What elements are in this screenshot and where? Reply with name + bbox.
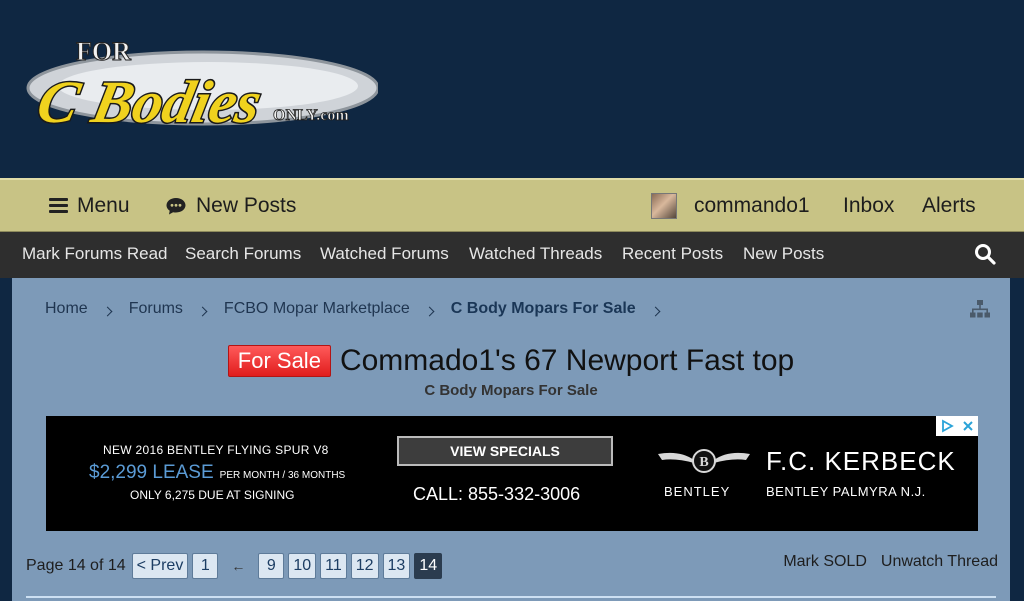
- logo-line3: ONLY.com: [273, 107, 349, 124]
- site-header: FOR C Bodies ONLY.com: [0, 0, 1024, 178]
- new-posts-button[interactable]: New Posts: [165, 180, 296, 232]
- alerts-button[interactable]: Alerts: [922, 180, 976, 232]
- hamburger-icon: [49, 198, 68, 214]
- breadcrumb: Home Forums FCBO Mopar Marketplace C Bod…: [45, 298, 677, 320]
- ad-lease-terms: PER MONTH / 36 MONTHS: [219, 470, 346, 481]
- ad-model-line: NEW 2016 BENTLEY FLYING SPUR V8: [103, 443, 329, 457]
- unwatch-thread-link[interactable]: Unwatch Thread: [881, 553, 998, 571]
- subnav-mark-forums-read[interactable]: Mark Forums Read: [22, 232, 167, 278]
- page-1-button[interactable]: 1: [192, 553, 219, 579]
- page-12-button[interactable]: 12: [350, 553, 379, 579]
- ad-choices[interactable]: [936, 416, 978, 436]
- svg-text:B: B: [699, 455, 708, 470]
- ad-dealer-location: BENTLEY PALMYRA N.J.: [766, 484, 926, 499]
- ad-brand: BENTLEY: [664, 484, 731, 499]
- breadcrumb-current-forum[interactable]: C Body Mopars For Sale: [451, 300, 636, 318]
- breadcrumb-marketplace[interactable]: FCBO Mopar Marketplace: [224, 300, 410, 318]
- thread-actions: Mark SOLD Unwatch Thread: [783, 553, 998, 571]
- page-jump-arrow-icon[interactable]: ←: [231, 558, 245, 574]
- sitemap-icon[interactable]: [970, 300, 990, 318]
- menu-button[interactable]: Menu: [49, 180, 130, 232]
- ad-info-play-icon[interactable]: [940, 419, 954, 433]
- main-navigation: Menu New Posts commando1 Inbox Alerts: [0, 178, 1024, 232]
- ad-lease-price: $2,299 LEASE: [89, 462, 214, 483]
- page-9-button[interactable]: 9: [258, 553, 285, 579]
- thread-forum-name[interactable]: C Body Mopars For Sale: [12, 382, 1010, 399]
- inbox-label: Inbox: [843, 194, 895, 217]
- sub-navigation: Mark Forums Read Search Forums Watched F…: [0, 232, 1024, 278]
- site-logo[interactable]: FOR C Bodies ONLY.com: [18, 30, 380, 140]
- inbox-button[interactable]: Inbox: [843, 180, 894, 232]
- thread-title: Commado1's 67 Newport Fast top: [339, 344, 795, 377]
- pagination: Page 14 of 14 < Prev 1 ← 9 10 11 12 13 1…: [26, 553, 443, 579]
- view-specials-button[interactable]: VIEW SPECIALS: [397, 436, 613, 466]
- speech-bubble-icon: [166, 198, 186, 215]
- search-icon[interactable]: [974, 243, 996, 265]
- breadcrumb-forums[interactable]: Forums: [129, 300, 183, 318]
- mark-sold-link[interactable]: Mark SOLD: [783, 553, 867, 571]
- page-11-button[interactable]: 11: [320, 553, 347, 579]
- chevron-right-icon: [102, 306, 113, 316]
- current-page-button[interactable]: 14: [414, 553, 443, 579]
- bentley-wings-icon: B: [658, 449, 750, 473]
- breadcrumb-home[interactable]: Home: [45, 300, 88, 318]
- logo-line2: C Bodies: [32, 70, 268, 136]
- user-account-button[interactable]: commando1: [651, 180, 810, 232]
- menu-label: Menu: [77, 194, 130, 217]
- page-13-button[interactable]: 13: [382, 553, 411, 579]
- content-panel: Home Forums FCBO Mopar Marketplace C Bod…: [12, 278, 1010, 601]
- subnav-search-forums[interactable]: Search Forums: [185, 232, 301, 278]
- username: commando1: [694, 194, 810, 217]
- new-posts-label: New Posts: [196, 194, 297, 217]
- ad-dealer-name: F.C. KERBECK: [766, 446, 956, 476]
- chevron-right-icon: [650, 306, 661, 316]
- subnav-recent-posts[interactable]: Recent Posts: [622, 232, 723, 278]
- divider: [26, 596, 996, 598]
- avatar: [651, 193, 677, 219]
- ad-phone: CALL: 855-332-3006: [413, 484, 581, 504]
- subnav-watched-forums[interactable]: Watched Forums: [320, 232, 449, 278]
- page-count-label: Page 14 of 14: [26, 557, 126, 574]
- chevron-right-icon: [424, 306, 435, 316]
- prev-page-button[interactable]: < Prev: [131, 553, 189, 579]
- subnav-watched-threads[interactable]: Watched Threads: [469, 232, 602, 278]
- ad-due-line: ONLY 6,275 DUE AT SIGNING: [130, 488, 295, 502]
- page-10-button[interactable]: 10: [288, 553, 317, 579]
- subnav-new-posts[interactable]: New Posts: [743, 232, 824, 278]
- alerts-label: Alerts: [922, 194, 976, 217]
- ad-close-icon[interactable]: [961, 419, 975, 433]
- for-sale-prefix-badge[interactable]: For Sale: [227, 345, 331, 377]
- thread-title-row: For Sale Commado1's 67 Newport Fast top: [12, 344, 1010, 378]
- ad-lease-line: $2,299 LEASE PER MONTH / 36 MONTHS: [89, 462, 345, 484]
- advertisement-banner[interactable]: NEW 2016 BENTLEY FLYING SPUR V8 $2,299 L…: [46, 416, 978, 531]
- chevron-right-icon: [197, 306, 208, 316]
- logo-graphic: FOR C Bodies ONLY.com: [26, 37, 380, 137]
- logo-line1: FOR: [76, 37, 131, 66]
